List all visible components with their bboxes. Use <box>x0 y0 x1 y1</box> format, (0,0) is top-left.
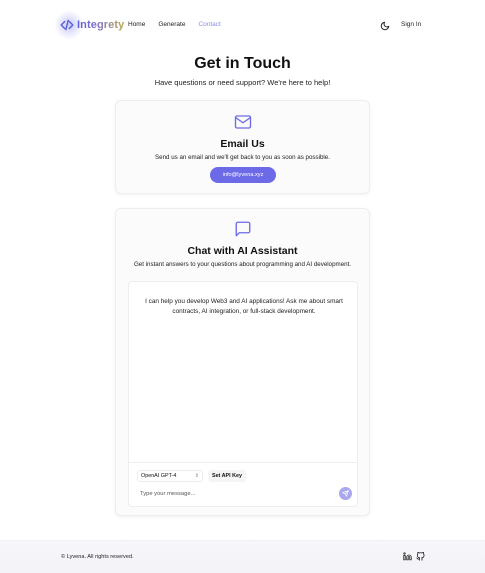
message-input[interactable] <box>137 487 327 500</box>
github-icon[interactable] <box>416 552 425 561</box>
send-icon <box>342 490 349 497</box>
sign-in-button[interactable]: Sign In <box>401 21 421 28</box>
chat-card-title: Chat with AI Assistant <box>187 245 298 257</box>
chat-controls: OpenAI GPT-4 ⇕ Set API Key <box>129 462 357 508</box>
chat-window: I can help you develop Web3 and AI appli… <box>128 281 358 507</box>
logo[interactable]: Integrety <box>54 10 125 40</box>
model-select[interactable]: OpenAI GPT-4 ⇕ <box>137 470 203 482</box>
copyright-text: © Lyvena. All rights reserved. <box>61 554 134 560</box>
page-title: Get in Touch <box>194 55 291 72</box>
moon-icon[interactable] <box>380 21 390 31</box>
site-footer: © Lyvena. All rights reserved. <box>0 540 485 573</box>
mail-icon <box>234 115 252 129</box>
set-api-key-button[interactable]: Set API Key <box>208 470 246 482</box>
linkedin-icon[interactable] <box>403 552 412 561</box>
nav-generate[interactable]: Generate <box>158 21 185 28</box>
main-nav: Home Generate Contact <box>128 21 221 28</box>
chat-bubble-icon <box>235 221 251 237</box>
code-icon <box>60 19 74 31</box>
email-button[interactable]: info@lyvena.xyz <box>210 167 276 183</box>
logo-text: Integrety <box>77 19 125 31</box>
email-card-title: Email Us <box>220 138 265 150</box>
select-caret-icon: ⇕ <box>194 473 199 479</box>
send-button[interactable] <box>339 487 352 500</box>
page-subtitle: Have questions or need support? We're he… <box>154 78 331 87</box>
chat-card-description: Get instant answers to your questions ab… <box>133 261 352 268</box>
assistant-message: I can help you develop Web3 and AI appli… <box>145 298 343 315</box>
email-card: Email Us Send us an email and we'll get … <box>115 100 370 194</box>
chat-card: Chat with AI Assistant Get instant answe… <box>115 208 370 516</box>
site-header: Integrety Home Generate Contact Sign In <box>0 10 485 42</box>
email-card-description: Send us an email and we'll get back to y… <box>155 154 330 161</box>
nav-home[interactable]: Home <box>128 21 145 28</box>
model-select-value: OpenAI GPT-4 <box>141 473 177 479</box>
nav-contact[interactable]: Contact <box>198 21 220 28</box>
